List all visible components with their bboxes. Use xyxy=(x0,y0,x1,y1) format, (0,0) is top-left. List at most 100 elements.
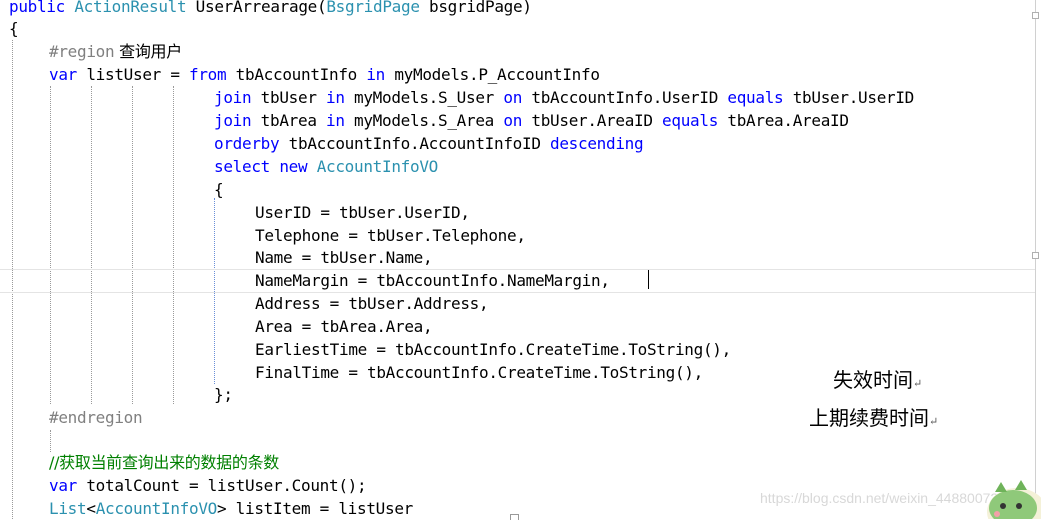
indent-guide xyxy=(50,430,51,452)
keyword: select xyxy=(214,157,270,176)
keyword: equals xyxy=(662,111,719,130)
keyword: new xyxy=(279,157,308,176)
code-text: myModels.S_User xyxy=(344,88,504,107)
code-line[interactable]: List<AccountInfoVO> listItem = listUser xyxy=(49,497,413,520)
code-line[interactable]: select new AccountInfoVO xyxy=(214,155,438,178)
code-text: 查询用户 xyxy=(114,42,182,61)
keyword: join xyxy=(214,88,252,107)
code-line[interactable]: #region 查询用户 xyxy=(49,40,182,63)
type-name: AccountInfoVO xyxy=(95,499,218,518)
collapse-marker[interactable] xyxy=(1032,252,1039,259)
annotation-text: 上期续费时间 xyxy=(809,406,929,430)
code-comment: //获取当前查询出来的数据的条数 xyxy=(49,453,279,472)
code-text: Address = tbUser.Address, xyxy=(255,294,489,313)
annotation-text: 失效时间 xyxy=(833,368,913,392)
collapse-marker[interactable] xyxy=(1032,12,1039,19)
indent-guide-active xyxy=(214,198,215,384)
keyword: orderby xyxy=(214,134,280,153)
type-name: BsgridPage xyxy=(326,0,420,16)
region-directive: #endregion xyxy=(49,408,143,427)
code-editor[interactable]: public ActionResult UserArrearage(Bsgrid… xyxy=(0,0,1041,520)
code-text: Name = tbUser.Name, xyxy=(255,248,433,267)
code-text: Area = tbArea.Area, xyxy=(255,317,433,336)
code-line-current[interactable]: NameMargin = tbAccountInfo.NameMargin, xyxy=(255,269,610,292)
keyword: in xyxy=(366,65,386,84)
code-text: myModels.P_AccountInfo xyxy=(385,65,600,84)
code-line[interactable]: #endregion xyxy=(49,406,143,429)
code-line[interactable]: EarliestTime = tbAccountInfo.CreateTime.… xyxy=(255,338,731,361)
code-text: tbUser.UserID xyxy=(783,88,915,107)
type-name: ActionResult xyxy=(74,0,187,16)
code-text: myModels.S_Area xyxy=(344,111,504,130)
mascot-icon xyxy=(987,480,1041,519)
code-text: < xyxy=(86,499,96,518)
code-text: tbAccountInfo.UserID xyxy=(522,88,728,107)
code-line[interactable]: Area = tbArea.Area, xyxy=(255,315,433,338)
code-line[interactable]: join tbUser in myModels.S_User on tbAcco… xyxy=(214,86,914,109)
code-text: }; xyxy=(214,385,233,404)
indent-guide xyxy=(173,86,174,404)
vertical-scrollbar[interactable] xyxy=(1035,0,1036,519)
keyword: join xyxy=(214,111,252,130)
code-text: { xyxy=(9,19,19,38)
code-text: FinalTime = tbAccountInfo.CreateTime.ToS… xyxy=(255,363,703,382)
indent-guide xyxy=(12,40,13,519)
code-text: tbAccountInfo xyxy=(226,65,367,84)
code-text: tbArea.AreaID xyxy=(718,111,849,130)
code-text: listUser = xyxy=(77,65,189,84)
indent-guide xyxy=(50,86,51,404)
code-text: tbAccountInfo.AccountInfoID xyxy=(279,134,550,153)
annotation-last-renewal-time: 上期续费时间↵ xyxy=(809,402,938,431)
indent-guide xyxy=(91,86,92,404)
code-line[interactable]: Name = tbUser.Name, xyxy=(255,246,433,269)
text-caret xyxy=(648,270,649,289)
region-directive: #region xyxy=(49,42,115,61)
code-line[interactable]: var listUser = from tbAccountInfo in myM… xyxy=(49,63,600,86)
keyword: on xyxy=(503,88,523,107)
keyword: descending xyxy=(550,134,644,153)
code-text: { xyxy=(214,180,224,199)
code-line[interactable]: Address = tbUser.Address, xyxy=(255,292,489,315)
code-line[interactable]: }; xyxy=(214,383,233,406)
code-text: totalCount = listUser.Count(); xyxy=(77,476,367,495)
code-line[interactable]: { xyxy=(214,178,224,201)
code-line[interactable]: FinalTime = tbAccountInfo.CreateTime.ToS… xyxy=(255,361,703,384)
code-line[interactable]: { xyxy=(9,17,19,40)
code-line[interactable]: orderby tbAccountInfo.AccountInfoID desc… xyxy=(214,132,644,155)
type-name: AccountInfoVO xyxy=(316,157,439,176)
code-text: bsgridPage) xyxy=(419,0,532,16)
indent-guide xyxy=(132,86,133,404)
keyword: var xyxy=(49,476,77,495)
return-mark-icon: ↵ xyxy=(913,377,923,390)
return-mark-icon: ↵ xyxy=(929,415,939,428)
code-text: UserArrearage( xyxy=(186,0,327,16)
code-text: EarliestTime = tbAccountInfo.CreateTime.… xyxy=(255,340,731,359)
code-line[interactable]: join tbArea in myModels.S_Area on tbUser… xyxy=(214,109,849,132)
code-text: tbArea xyxy=(251,111,327,130)
code-text: UserID = tbUser.UserID, xyxy=(255,203,470,222)
code-text: tbUser.AreaID xyxy=(522,111,663,130)
code-line[interactable]: Telephone = tbUser.Telephone, xyxy=(255,224,526,247)
watermark: https://blog.csdn.net/weixin_44880072 xyxy=(760,490,999,506)
keyword: var xyxy=(49,65,77,84)
code-text: NameMargin = tbAccountInfo.NameMargin, xyxy=(255,271,610,290)
keyword: in xyxy=(326,111,345,130)
type-name: List xyxy=(49,499,87,518)
code-line[interactable]: var totalCount = listUser.Count(); xyxy=(49,474,367,497)
current-line-highlight-bottom xyxy=(0,292,1036,293)
code-text: Telephone = tbUser.Telephone, xyxy=(255,226,526,245)
code-text: tbUser xyxy=(251,88,327,107)
keyword: equals xyxy=(727,88,784,107)
code-line[interactable]: UserID = tbUser.UserID, xyxy=(255,201,470,224)
annotation-expire-time: 失效时间↵ xyxy=(833,364,922,393)
code-line[interactable]: public ActionResult UserArrearage(Bsgrid… xyxy=(9,0,532,18)
keyword: in xyxy=(326,88,345,107)
keyword: on xyxy=(503,111,523,130)
code-line[interactable]: //获取当前查询出来的数据的条数 xyxy=(49,451,279,474)
code-text: > listItem = listUser xyxy=(217,499,414,518)
horizontal-scroll-marker[interactable] xyxy=(510,514,519,520)
keyword: public xyxy=(9,0,65,16)
keyword: from xyxy=(189,65,227,84)
